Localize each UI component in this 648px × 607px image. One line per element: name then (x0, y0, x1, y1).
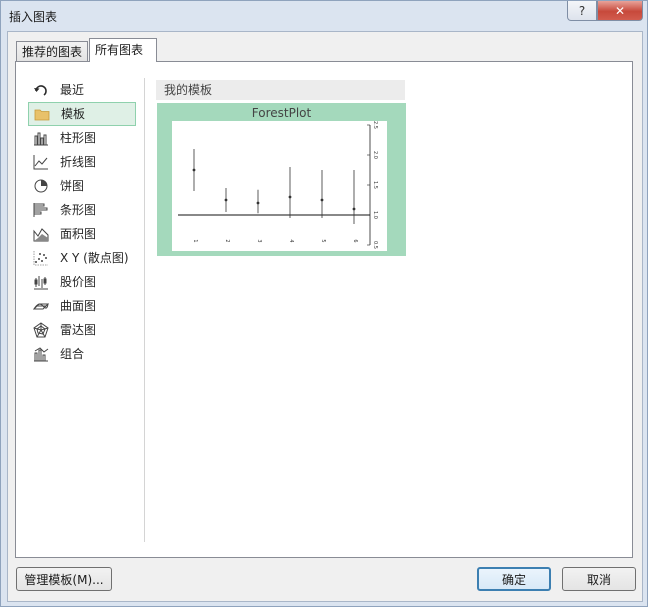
x-tick-label: 1 (192, 239, 198, 242)
sidebar-item-label: 组合 (60, 347, 85, 361)
column-chart-icon (33, 130, 49, 146)
sidebar-item-label: 饼图 (60, 179, 85, 193)
point-estimate (288, 195, 292, 199)
sidebar-item-label: 雷达图 (60, 323, 97, 337)
area-chart-icon (33, 226, 49, 242)
template-thumbnail-forestplot[interactable]: ForestPlot 0.5 1.0 1.5 2.0 2.5 1 2 3 4 5 6 (157, 103, 406, 256)
dialog-client-area: 推荐的图表 所有图表 最近 模板 柱形图 折线图 饼图 条形图 面积图 X Y … (7, 31, 643, 602)
sidebar-item-label: 股价图 (60, 275, 97, 289)
undo-arrow-icon (33, 82, 49, 98)
tab-recommended-charts[interactable]: 推荐的图表 (16, 41, 88, 61)
sidebar-item-label: 面积图 (60, 227, 97, 241)
point-estimate (224, 198, 228, 202)
y-tick-label: 0.5 (372, 241, 378, 249)
pie-chart-icon (33, 178, 49, 194)
all-charts-panel: 最近 模板 柱形图 折线图 饼图 条形图 面积图 X Y (散点图) 股价图 曲… (15, 61, 633, 558)
manage-templates-button[interactable]: 管理模板(M)... (16, 567, 112, 591)
sidebar-item-label: 曲面图 (60, 299, 97, 313)
point-estimate (320, 198, 324, 202)
surface-chart-icon (33, 298, 49, 314)
help-icon: ? (578, 3, 586, 18)
sidebar-item-templates[interactable]: 模板 (28, 102, 136, 126)
sidebar-item-label: 折线图 (60, 155, 97, 169)
radar-chart-icon (33, 322, 49, 338)
x-tick-label: 6 (352, 239, 358, 242)
close-button[interactable]: ✕ (597, 1, 643, 21)
ok-button[interactable]: 确定 (477, 567, 551, 591)
sidebar-item-label: 最近 (60, 83, 85, 97)
sidebar-item-pie[interactable]: 饼图 (28, 174, 136, 198)
x-tick-label: 3 (256, 239, 262, 242)
sidebar-item-scatter[interactable]: X Y (散点图) (28, 246, 136, 270)
y-tick-label: 1.5 (372, 181, 378, 189)
sidebar-item-column[interactable]: 柱形图 (28, 126, 136, 150)
scatter-chart-icon (33, 250, 49, 266)
y-tick-label: 2.5 (372, 121, 378, 129)
sidebar-item-line[interactable]: 折线图 (28, 150, 136, 174)
forest-plot-svg: 0.5 1.0 1.5 2.0 2.5 1 2 3 4 5 6 (178, 121, 378, 249)
x-tick-label: 4 (288, 239, 294, 242)
x-tick-label: 2 (224, 239, 230, 242)
forest-plot-preview: 0.5 1.0 1.5 2.0 2.5 1 2 3 4 5 6 (172, 121, 387, 251)
sidebar-item-radar[interactable]: 雷达图 (28, 318, 136, 342)
chart-type-list: 最近 模板 柱形图 折线图 饼图 条形图 面积图 X Y (散点图) 股价图 曲… (28, 78, 136, 366)
cancel-button[interactable]: 取消 (562, 567, 636, 591)
panel-divider (144, 78, 145, 542)
title-bar[interactable]: 插入图表 ? ✕ (1, 1, 647, 31)
sidebar-item-surface[interactable]: 曲面图 (28, 294, 136, 318)
help-button[interactable]: ? (567, 1, 597, 21)
bar-chart-icon (33, 202, 49, 218)
my-templates-header: 我的模板 (156, 80, 405, 100)
sidebar-item-label: X Y (散点图) (60, 251, 129, 265)
sidebar-item-label: 模板 (61, 107, 86, 121)
insert-chart-dialog: 插入图表 ? ✕ 推荐的图表 所有图表 最近 模板 柱形图 折线图 饼图 条形图… (0, 0, 648, 607)
sidebar-item-stock[interactable]: 股价图 (28, 270, 136, 294)
sidebar-item-bar[interactable]: 条形图 (28, 198, 136, 222)
sidebar-item-area[interactable]: 面积图 (28, 222, 136, 246)
window-title: 插入图表 (9, 10, 58, 24)
sidebar-item-label: 条形图 (60, 203, 97, 217)
stock-chart-icon (33, 274, 49, 290)
combo-chart-icon (33, 346, 49, 362)
y-tick-label: 1.0 (372, 211, 378, 219)
folder-icon (34, 106, 50, 122)
x-tick-label: 5 (320, 239, 326, 242)
line-chart-icon (33, 154, 49, 170)
chart-title: ForestPlot (251, 106, 312, 120)
sidebar-item-combo[interactable]: 组合 (28, 342, 136, 366)
tab-all-charts[interactable]: 所有图表 (89, 38, 157, 62)
point-estimate (192, 168, 196, 172)
y-tick-label: 2.0 (372, 151, 378, 159)
point-estimate (256, 201, 260, 205)
point-estimate (352, 207, 356, 211)
close-icon: ✕ (614, 3, 626, 18)
sidebar-item-recent[interactable]: 最近 (28, 78, 136, 102)
sidebar-item-label: 柱形图 (60, 131, 97, 145)
